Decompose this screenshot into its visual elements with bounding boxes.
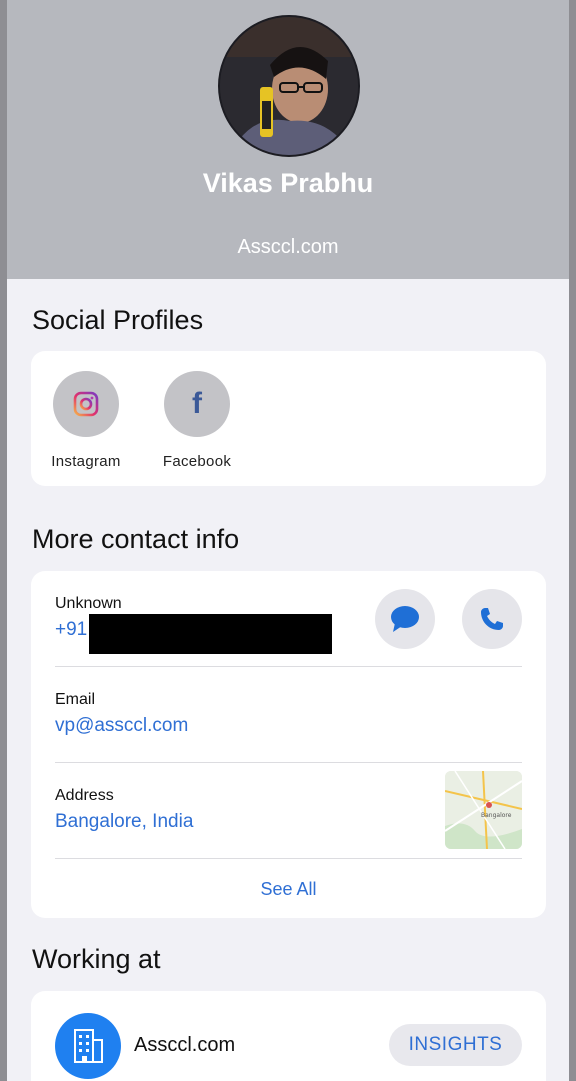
map-city-label: Bangalore	[481, 812, 512, 819]
email-label: Email	[55, 691, 96, 708]
more-contact-heading: More contact info	[32, 524, 240, 554]
social-label-facebook: Facebook	[162, 453, 232, 470]
map-thumbnail[interactable]: Bangalore	[445, 771, 522, 849]
contact-company: Assccl.com	[237, 236, 339, 258]
social-profiles-card: Instagram f Facebook	[31, 351, 546, 486]
phone-label: Unknown	[55, 595, 122, 612]
divider	[55, 858, 522, 859]
email-value[interactable]: vp@assccl.com	[55, 715, 522, 737]
redacted-phone-block	[89, 614, 332, 654]
profile-header: Vikas Prabhu Assccl.com	[7, 0, 569, 279]
phone-icon	[481, 608, 503, 630]
contact-screen: Vikas Prabhu Assccl.com Social Profiles	[7, 0, 569, 1081]
divider	[55, 762, 522, 763]
work-card: Assccl.com INSIGHTS	[31, 991, 546, 1081]
facebook-icon[interactable]: f	[164, 371, 230, 437]
divider	[55, 666, 522, 667]
social-instagram[interactable]: Instagram	[41, 371, 131, 470]
avatar[interactable]	[218, 15, 360, 157]
message-icon	[391, 606, 419, 632]
instagram-icon[interactable]	[53, 371, 119, 437]
contact-info-card: Unknown +91 Email vp@assccl.com Address …	[31, 571, 546, 918]
working-at-heading: Working at	[32, 944, 161, 974]
message-button[interactable]	[375, 589, 435, 649]
email-row[interactable]: Email vp@assccl.com	[55, 691, 522, 737]
building-icon[interactable]	[55, 1013, 121, 1079]
insights-button[interactable]: INSIGHTS	[389, 1024, 522, 1066]
work-company-name[interactable]: Assccl.com	[134, 1034, 235, 1057]
social-facebook[interactable]: f Facebook	[152, 371, 242, 470]
social-label-instagram: Instagram	[51, 453, 121, 470]
contact-name: Vikas Prabhu	[202, 168, 374, 198]
call-button[interactable]	[462, 589, 522, 649]
social-profiles-heading: Social Profiles	[32, 305, 204, 335]
see-all-link[interactable]: See All	[31, 879, 546, 900]
